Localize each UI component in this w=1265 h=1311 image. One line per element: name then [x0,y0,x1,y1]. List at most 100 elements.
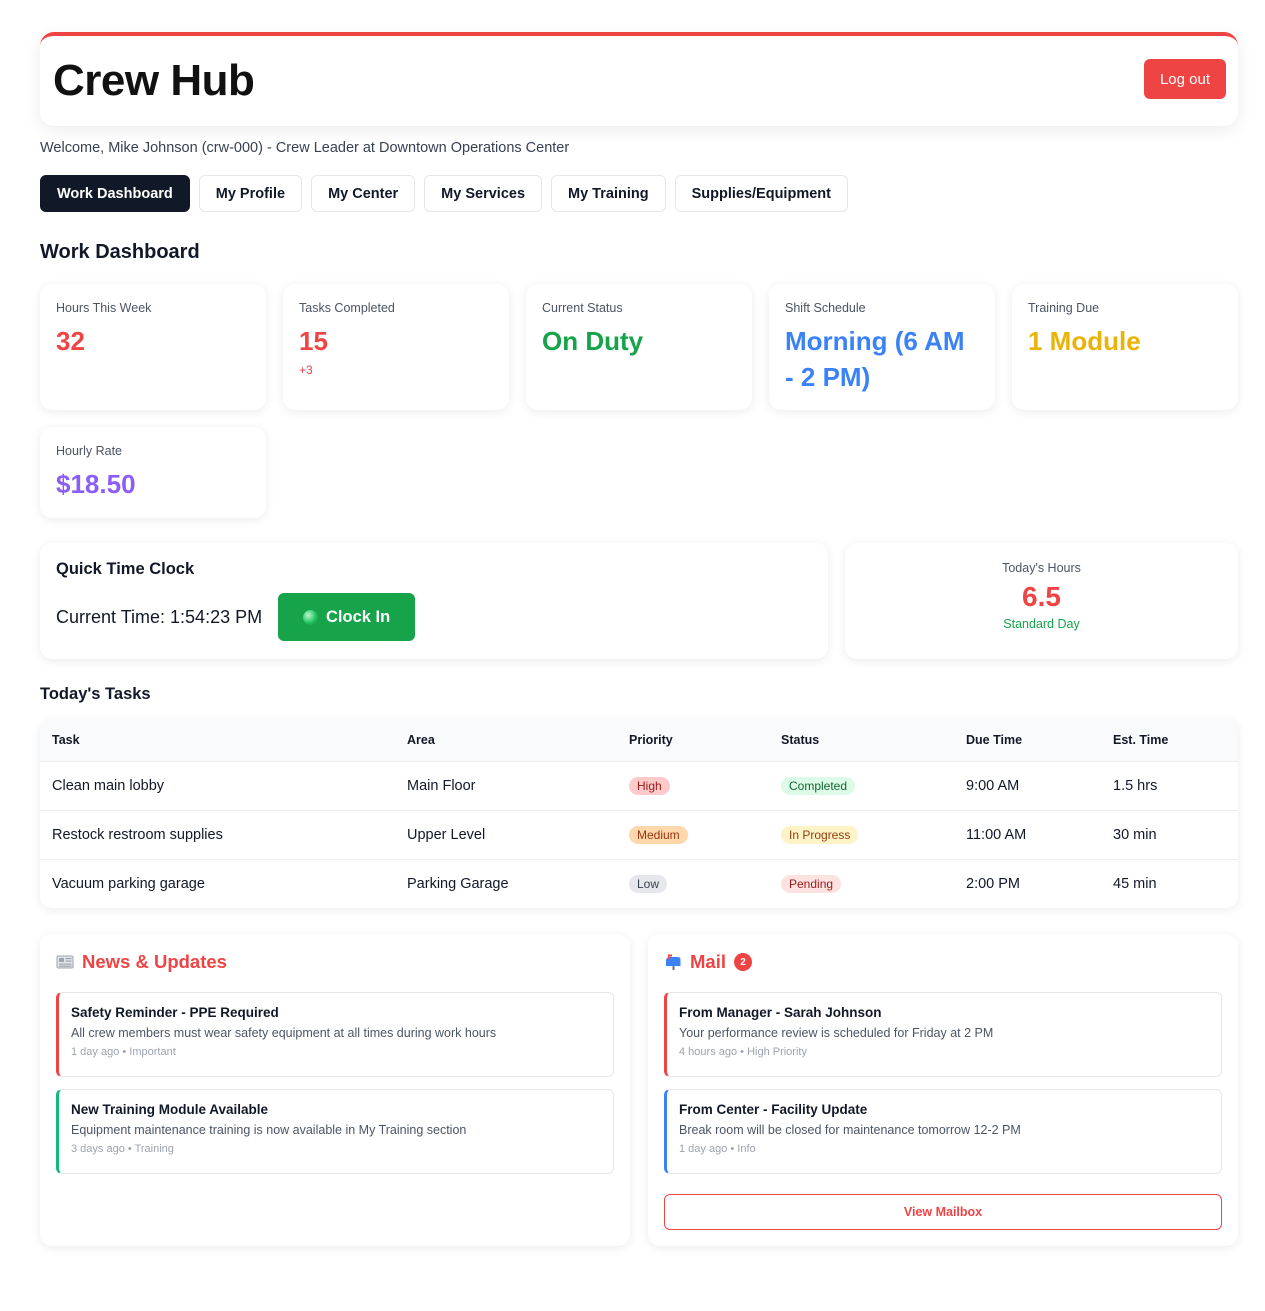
task-due-time: 2:00 PM [954,858,1101,908]
news-item-title: New Training Module Available [71,1102,269,1117]
news-title: News & Updates [82,951,227,972]
tab-my-profile[interactable]: My Profile [198,175,303,212]
stat-label: Tasks Completed [299,301,395,315]
priority-badge: Low [629,874,668,893]
tab-my-training[interactable]: My Training [551,175,666,212]
stat-value: 32 [56,326,85,356]
tasks-table-card: Task Area Priority Status Due Time Est. … [40,719,1238,908]
mail-panel: Mail 2 From Manager - Sarah Johnson Your… [648,934,1238,1246]
todays-hours-value: 6.5 [1022,581,1061,612]
task-area: Main Floor [395,760,617,810]
tab-supplies-equipment[interactable]: Supplies/Equipment [674,175,848,212]
app-title: Crew Hub [53,56,255,105]
mail-item[interactable]: From Manager - Sarah Johnson Your perfor… [664,992,1222,1077]
logout-button[interactable]: Log out [1144,59,1226,99]
stats-grid: Hours This Week 32 Tasks Completed 15 +3… [40,284,1238,518]
green-circle-icon [303,609,318,625]
stat-card-current-status: Current Status On Duty [526,284,752,410]
stat-value: 15 [299,326,328,356]
news-panel: News & Updates Safety Reminder - PPE Req… [40,934,630,1246]
news-item-body: Equipment maintenance training is now av… [71,1123,467,1137]
mail-item-title: From Center - Facility Update [679,1102,868,1117]
mail-title: Mail [690,951,726,972]
mail-item-meta: 1 day ago • Info [679,1143,756,1155]
task-est-time: 1.5 hrs [1101,760,1238,810]
news-item-title: Safety Reminder - PPE Required [71,1005,279,1020]
task-name: Vacuum parking garage [40,858,395,908]
stat-value: On Duty [542,326,644,356]
table-row[interactable]: Clean main lobby Main Floor High Complet… [40,760,1238,810]
stat-label: Shift Schedule [785,301,866,315]
task-area: Parking Garage [395,858,617,908]
stat-label: Hourly Rate [56,444,122,458]
task-est-time: 45 min [1101,858,1238,908]
mail-item-title: From Manager - Sarah Johnson [679,1005,882,1020]
mailbox-icon [666,954,681,970]
table-header-row: Task Area Priority Status Due Time Est. … [40,719,1238,761]
unread-count-badge: 2 [733,953,752,971]
column-header-area: Area [395,719,617,761]
current-time: Current Time: 1:54:23 PM [56,606,263,627]
tab-my-services[interactable]: My Services [424,175,543,212]
stat-card-hourly-rate: Hourly Rate $18.50 [40,427,266,518]
stat-card-tasks-completed: Tasks Completed 15 +3 [283,284,509,410]
task-est-time: 30 min [1101,809,1238,859]
newspaper-icon [56,955,74,969]
news-item[interactable]: New Training Module Available Equipment … [56,1089,614,1174]
news-item-meta: 1 day ago • Important [71,1046,176,1058]
stat-label: Hours This Week [56,301,152,315]
priority-badge: High [629,776,670,795]
status-badge: In Progress [781,825,859,844]
priority-badge: Medium [629,825,688,844]
task-name: Clean main lobby [40,760,395,810]
task-area: Upper Level [395,809,617,859]
time-clock-row: Quick Time Clock Current Time: 1:54:23 P… [40,543,1238,659]
news-item-body: All crew members must wear safety equipm… [71,1026,497,1040]
stat-value: 1 Module [1028,326,1141,356]
todays-hours-label: Today's Hours [1002,561,1081,575]
mail-item-body: Your performance review is scheduled for… [679,1026,994,1040]
news-item-meta: 3 days ago • Training [71,1143,174,1155]
stat-value: Morning (6 AM - 2 PM) [785,326,965,392]
column-header-status: Status [769,719,954,761]
column-header-est-time: Est. Time [1101,719,1238,761]
task-due-time: 9:00 AM [954,760,1101,810]
page: Crew Hub Log out Welcome, Mike Johnson (… [40,32,1238,1246]
task-due-time: 11:00 AM [954,809,1101,859]
news-item[interactable]: Safety Reminder - PPE Required All crew … [56,992,614,1077]
news-header: News & Updates [56,951,614,973]
column-header-priority: Priority [617,719,769,761]
tasks-table: Task Area Priority Status Due Time Est. … [40,719,1238,908]
mail-item[interactable]: From Center - Facility Update Break room… [664,1089,1222,1174]
mail-item-meta: 4 hours ago • High Priority [679,1046,807,1058]
mail-item-body: Break room will be closed for maintenanc… [679,1123,1021,1137]
table-row[interactable]: Restock restroom supplies Upper Level Me… [40,809,1238,859]
nav-tabs: Work Dashboard My Profile My Center My S… [40,175,1238,212]
welcome-message: Welcome, Mike Johnson (crw-000) - Crew L… [40,140,570,156]
column-header-task: Task [40,719,395,761]
section-title: Work Dashboard [40,241,200,263]
status-badge: Completed [781,776,856,795]
status-badge: Pending [781,874,842,893]
time-clock-line: Current Time: 1:54:23 PM Clock In [56,593,812,641]
tab-work-dashboard[interactable]: Work Dashboard [40,175,190,212]
time-clock-title: Quick Time Clock [56,560,195,578]
bottom-panels: News & Updates Safety Reminder - PPE Req… [40,934,1238,1246]
tasks-title: Today's Tasks [40,685,151,703]
quick-time-clock: Quick Time Clock Current Time: 1:54:23 P… [40,543,828,659]
tab-my-center[interactable]: My Center [311,175,416,212]
stat-value: $18.50 [56,469,136,499]
column-header-due-time: Due Time [954,719,1101,761]
stat-change: +3 [299,363,313,377]
clock-in-label: Clock In [326,607,391,626]
task-name: Restock restroom supplies [40,809,395,859]
table-row[interactable]: Vacuum parking garage Parking Garage Low… [40,858,1238,908]
stat-card-shift-schedule: Shift Schedule Morning (6 AM - 2 PM) [769,284,995,410]
stat-card-hours-week: Hours This Week 32 [40,284,266,410]
todays-hours-sub: Standard Day [1003,617,1080,631]
stat-label: Training Due [1028,301,1100,315]
view-mailbox-button[interactable]: View Mailbox [664,1194,1222,1230]
stat-card-training-due: Training Due 1 Module [1012,284,1238,410]
clock-in-button[interactable]: Clock In [278,593,416,641]
stat-label: Current Status [542,301,623,315]
